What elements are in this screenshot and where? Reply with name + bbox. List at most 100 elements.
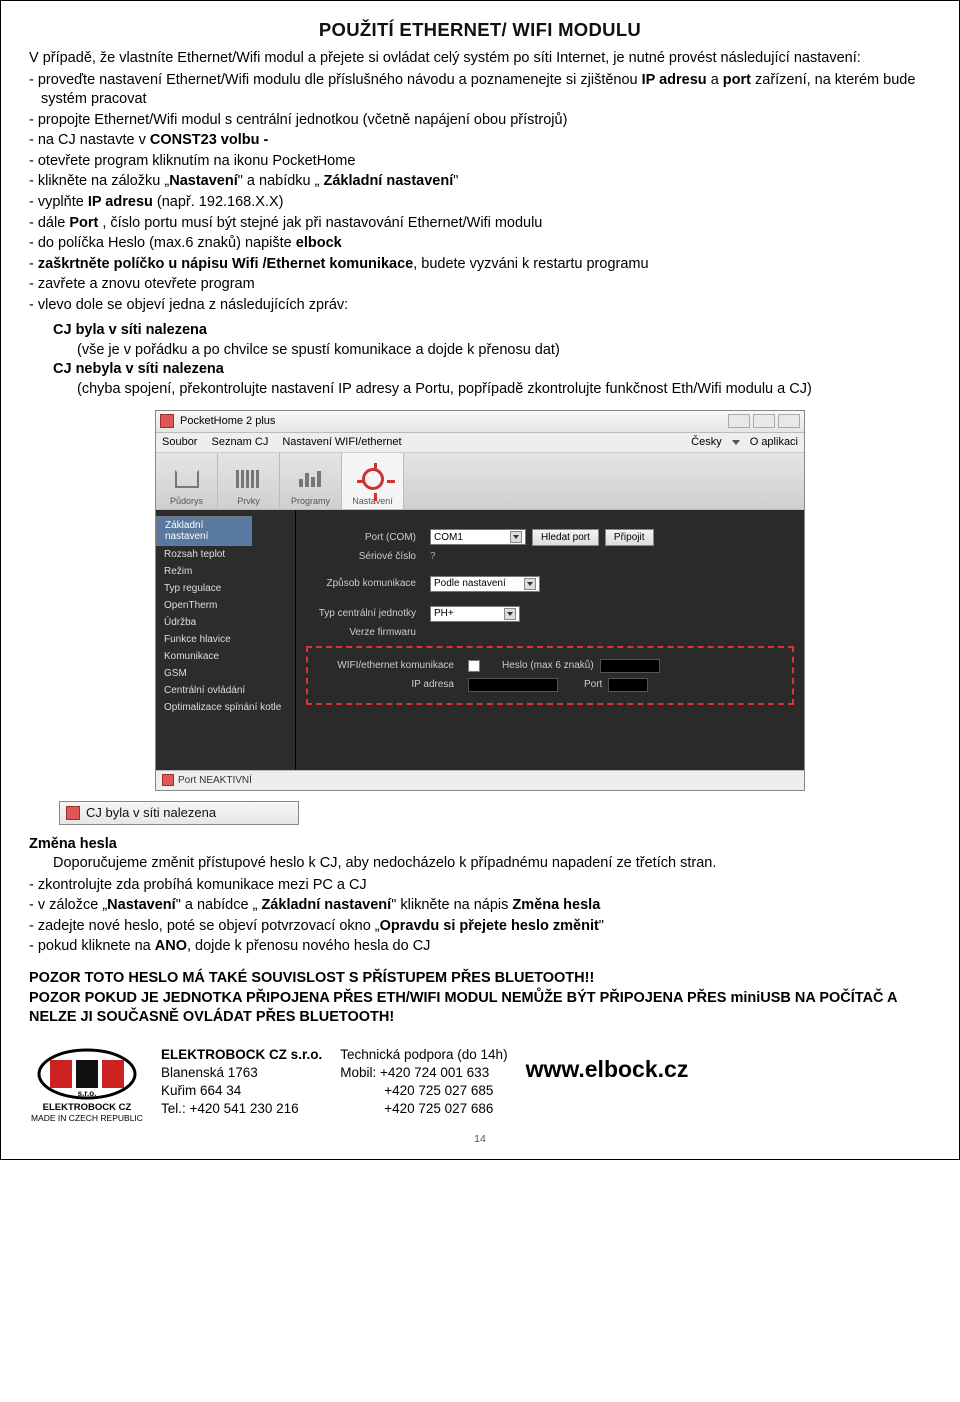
minimize-button[interactable] xyxy=(728,414,750,428)
tab-label: Nastavení xyxy=(352,496,393,506)
seriove-label: Sériové číslo xyxy=(306,551,424,562)
pripojit-button[interactable]: Připojit xyxy=(605,529,654,546)
sidebar-item-zakladni[interactable]: Základní nastavení xyxy=(156,516,252,546)
step: klikněte na záložku „Nastavení" a nabídk… xyxy=(29,172,931,192)
made-in: MADE IN CZECH REPUBLIC xyxy=(31,1113,143,1123)
settings-sidebar: Základní nastavení Rozsah teplot Režim T… xyxy=(156,510,296,770)
sidebar-item-udrzba[interactable]: Údržba xyxy=(156,614,295,631)
ip-input[interactable] xyxy=(468,678,558,692)
msg1-body: (vše je v pořádku a po chvilce se spustí… xyxy=(77,341,931,361)
seriove-value: ? xyxy=(430,551,436,562)
status-indicator-icon xyxy=(162,774,174,786)
svg-text:s.r.o.: s.r.o. xyxy=(78,1089,97,1098)
menu-nastaveni-wifi[interactable]: Nastavení WIFI/ethernet xyxy=(282,436,401,448)
steps-list: proveďte nastavení Ethernet/Wifi modulu … xyxy=(29,71,931,316)
website-url: www.elbock.cz xyxy=(526,1056,689,1083)
sidebar-item-komunikace[interactable]: Komunikace xyxy=(156,648,295,665)
addr-line: Blanenská 1763 xyxy=(161,1064,322,1082)
support-head: Technická podpora (do 14h) xyxy=(340,1046,507,1064)
radiator-icon xyxy=(236,470,262,488)
brand-name: ELEKTROBOCK CZ xyxy=(43,1102,132,1113)
tab-label: Půdorys xyxy=(170,496,203,506)
tab-label: Programy xyxy=(291,496,330,506)
port-input[interactable] xyxy=(608,678,648,692)
window-buttons xyxy=(728,414,800,428)
sidebar-item-optimal[interactable]: Optimalizace spínání kotle xyxy=(156,699,295,716)
support-phone: +420 725 027 686 xyxy=(340,1100,507,1118)
wifi-label: WIFI/ethernet komunikace xyxy=(312,660,462,671)
programs-icon xyxy=(299,471,323,487)
step: proveďte nastavení Ethernet/Wifi modulu … xyxy=(29,71,931,110)
tab-pudorys[interactable]: Půdorys xyxy=(156,453,218,509)
tab-nastaveni[interactable]: Nastavení xyxy=(342,453,404,509)
step: na CJ nastavte v CONST23 volbu - xyxy=(29,131,931,151)
change-password-head: Změna hesla xyxy=(29,836,117,852)
window-title: PocketHome 2 plus xyxy=(180,415,275,427)
sidebar-item-typ[interactable]: Typ regulace xyxy=(156,580,295,597)
support-mobile: Mobil: +420 724 001 633 xyxy=(340,1064,507,1082)
menu-cesky[interactable]: Česky xyxy=(691,436,722,448)
page-title: POUŽITÍ ETHERNET/ WIFI MODULU xyxy=(29,19,931,41)
warning-2: POZOR POKUD JE JEDNOTKA PŘIPOJENA PŘES E… xyxy=(29,989,931,1028)
tab-prvky[interactable]: Prvky xyxy=(218,453,280,509)
close-button[interactable] xyxy=(778,414,800,428)
chevron-down-icon xyxy=(524,578,536,590)
step: zaškrtněte políčko u nápisu Wifi /Ethern… xyxy=(29,255,931,275)
chevron-down-icon xyxy=(510,531,522,543)
change-step: zadejte nové heslo, poté se objeví potvr… xyxy=(29,917,931,937)
menu-soubor[interactable]: Soubor xyxy=(162,436,197,448)
port-label: Port xyxy=(584,679,602,690)
sidebar-item-rezim[interactable]: Režim xyxy=(156,563,295,580)
support-phone: +420 725 027 685 xyxy=(340,1082,507,1100)
sidebar-item-opentherm[interactable]: OpenTherm xyxy=(156,597,295,614)
chevron-down-icon xyxy=(504,608,516,620)
highlighted-area: WIFI/ethernet komunikace Heslo (max 6 zn… xyxy=(306,646,794,705)
app-window: PocketHome 2 plus Soubor Seznam CJ Nasta… xyxy=(155,410,805,791)
sidebar-item-rozsah[interactable]: Rozsah teplot xyxy=(156,546,295,563)
mini-status-strip: CJ byla v síti nalezena xyxy=(59,801,299,825)
sidebar-item-funkce[interactable]: Funkce hlavice xyxy=(156,631,295,648)
typ-select[interactable]: PH+ xyxy=(430,606,520,622)
tab-programy[interactable]: Programy xyxy=(280,453,342,509)
main-tabs: Půdorys Prvky Programy Nastavení xyxy=(156,453,804,510)
maximize-button[interactable] xyxy=(753,414,775,428)
typ-label: Typ centrální jednotky xyxy=(306,608,424,619)
wifi-checkbox[interactable] xyxy=(468,660,480,672)
menu-seznam-cj[interactable]: Seznam CJ xyxy=(211,436,268,448)
change-step: v záložce „Nastavení" a nabídce „ Základ… xyxy=(29,896,931,916)
app-icon xyxy=(160,414,174,428)
company-logo: s.r.o. ELEKTROBOCK CZ MADE IN CZECH REPU… xyxy=(31,1046,143,1123)
step: otevřete program kliknutím na ikonu Pock… xyxy=(29,152,931,172)
step: propojte Ethernet/Wifi modul s centrální… xyxy=(29,111,931,131)
change-step: pokud kliknete na ANO, dojde k přenosu n… xyxy=(29,937,931,957)
hledat-port-button[interactable]: Hledat port xyxy=(532,529,599,546)
zpusob-label: Způsob komunikace xyxy=(306,578,424,589)
change-password-intro: Doporučujeme změnit přístupové heslo k C… xyxy=(53,854,931,874)
step: do políčka Heslo (max.6 znaků) napište e… xyxy=(29,234,931,254)
port-com-select[interactable]: COM1 xyxy=(430,529,526,545)
company-name: ELEKTROBOCK CZ s.r.o. xyxy=(161,1046,322,1064)
step: dále Port , číslo portu musí být stejné … xyxy=(29,214,931,234)
page: POUŽITÍ ETHERNET/ WIFI MODULU V případě,… xyxy=(0,0,960,1160)
floorplan-icon xyxy=(175,470,199,488)
menubar: Soubor Seznam CJ Nastavení WIFI/ethernet… xyxy=(156,433,804,453)
step: vyplňte IP adresu (např. 192.168.X.X) xyxy=(29,193,931,213)
status-indicator-icon xyxy=(66,806,80,820)
heslo-label: Heslo (max 6 znaků) xyxy=(502,660,594,671)
step: vlevo dole se objeví jedna z následující… xyxy=(29,296,931,316)
change-step: zkontrolujte zda probíhá komunikace mezi… xyxy=(29,876,931,896)
titlebar: PocketHome 2 plus xyxy=(156,411,804,433)
zpusob-select[interactable]: Podle nastavení xyxy=(430,576,540,592)
sidebar-item-central[interactable]: Centrální ovládání xyxy=(156,682,295,699)
status-text: Port NEAKTIVNÍ xyxy=(178,775,252,786)
company-block: ELEKTROBOCK CZ s.r.o. Blanenská 1763 Kuř… xyxy=(161,1046,322,1119)
verze-label: Verze firmwaru xyxy=(306,627,424,638)
menu-o-aplikaci[interactable]: O aplikaci xyxy=(750,436,798,448)
chevron-down-icon[interactable] xyxy=(732,440,740,445)
page-number: 14 xyxy=(29,1133,931,1145)
heslo-input[interactable] xyxy=(600,659,660,673)
settings-form: Port (COM) COM1 Hledat port Připojit Sér… xyxy=(296,510,804,770)
addr-line: Kuřim 664 34 xyxy=(161,1082,322,1100)
tab-label: Prvky xyxy=(237,496,260,506)
sidebar-item-gsm[interactable]: GSM xyxy=(156,665,295,682)
